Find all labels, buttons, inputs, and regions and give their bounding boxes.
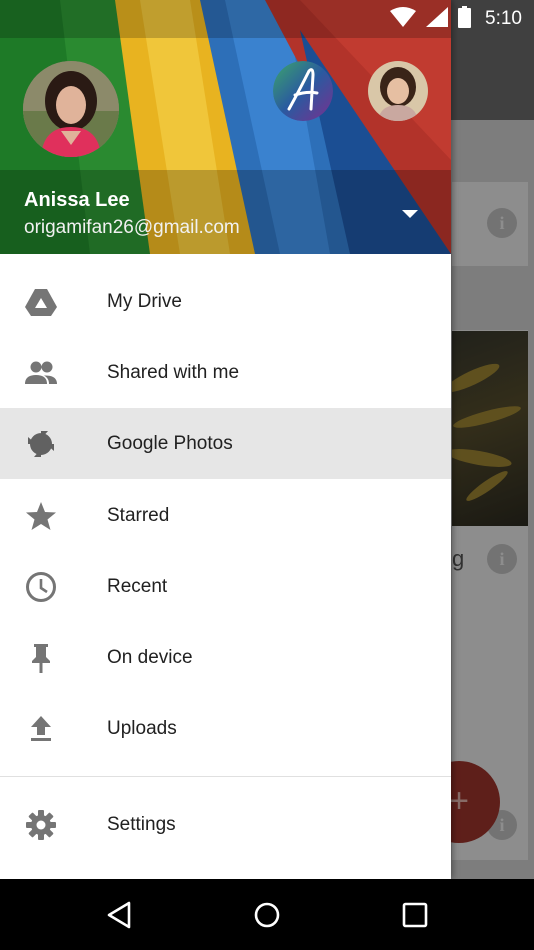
drawer-header: Anissa Lee origamifan26@gmail.com [0,0,451,254]
nav-item-recent[interactable]: Recent [0,551,451,622]
nav-item-label: My Drive [107,290,182,312]
nav-item-shared-with-me[interactable]: Shared with me [0,337,451,408]
account-email: origamifan26@gmail.com [24,217,240,238]
nav-item-label: Recent [107,575,168,597]
star-icon [24,499,58,533]
recents-button[interactable] [399,899,431,931]
secondary-account-avatar[interactable] [273,61,333,121]
home-button[interactable] [251,899,283,931]
nav-item-label: Uploads [107,717,177,739]
nav-item-starred[interactable]: Starred [0,480,451,551]
battery-icon [458,5,472,33]
nav-item-my-drive[interactable]: My Drive [0,266,451,337]
nav-item-settings[interactable]: Settings [0,789,451,860]
nav-item-label: On device [107,646,193,668]
nav-item-label: Starred [107,504,170,526]
system-navigation-bar [0,879,534,950]
status-bar: 5:10 [0,0,534,38]
status-time: 5:10 [485,8,522,29]
back-icon [107,901,131,929]
secondary-account-avatar[interactable] [368,61,428,121]
photos-icon [24,427,58,461]
upload-icon [24,712,58,746]
account-switcher-dropdown-icon[interactable] [398,204,422,224]
nav-item-label: Google Photos [107,432,233,454]
back-button[interactable] [103,899,135,931]
drive-icon [24,285,58,319]
account-avatar[interactable] [23,61,119,157]
nav-item-label: Settings [107,813,176,835]
home-icon [254,902,280,928]
people-icon [24,356,58,390]
wifi-icon [390,6,417,32]
gear-icon [24,808,58,842]
clock-icon [24,570,58,604]
pin-icon [24,641,58,675]
account-name: Anissa Lee [24,189,130,211]
signal-icon [426,6,449,32]
nav-item-label: Shared with me [107,361,240,383]
nav-item-uploads[interactable]: Uploads [0,693,451,764]
divider [0,776,451,777]
recents-icon [402,902,428,928]
nav-item-on-device[interactable]: On device [0,622,451,693]
nav-item-google-photos[interactable]: Google Photos [0,408,451,479]
navigation-drawer: Anissa Lee origamifan26@gmail.com My Dri… [0,0,451,879]
